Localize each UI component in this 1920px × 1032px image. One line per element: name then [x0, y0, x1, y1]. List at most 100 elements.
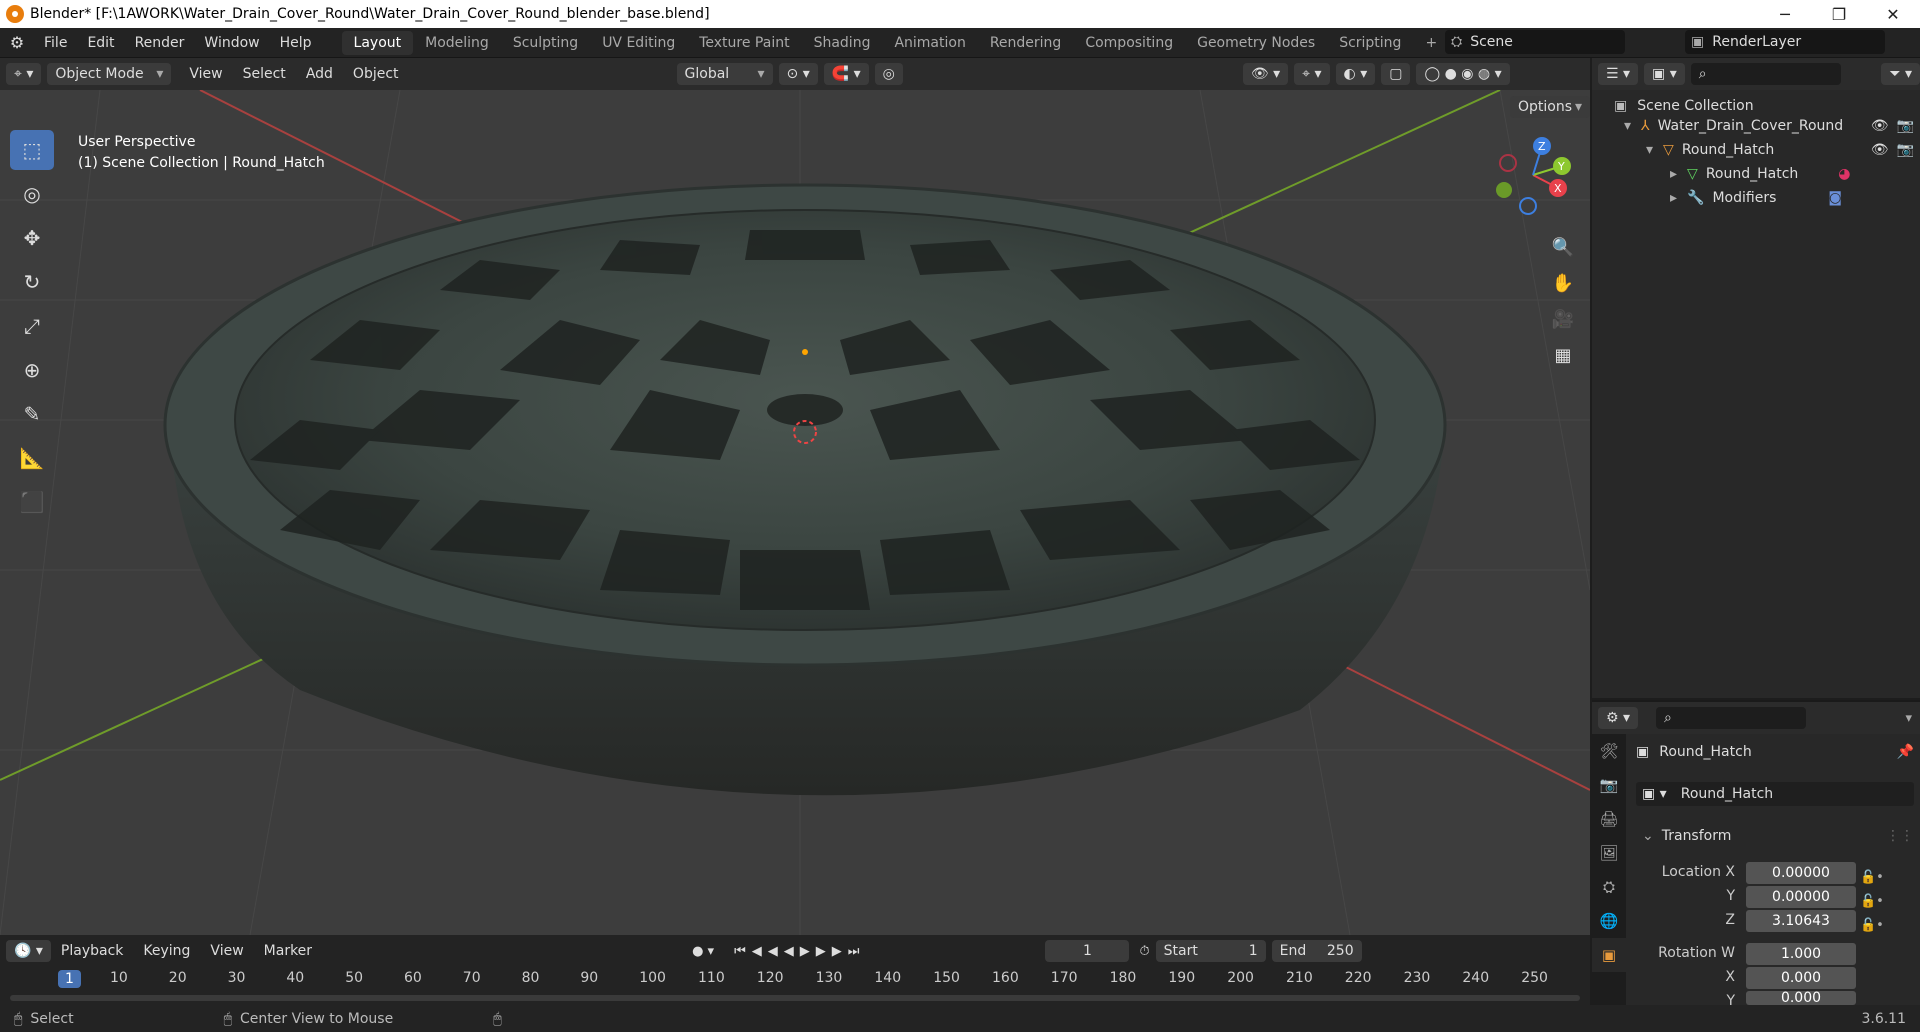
outliner-item-water-drain[interactable]: ▾ ⅄ Water_Drain_Cover_Round 👁 📷 [1624, 114, 1914, 138]
tab-scripting[interactable]: Scripting [1327, 31, 1413, 55]
cursor-tool-icon[interactable]: ◎ [10, 174, 54, 214]
tab-rendering[interactable]: Rendering [978, 31, 1074, 55]
outliner-item-modifiers[interactable]: ▸ 🔧 Modifiers ◙ [1670, 186, 1842, 210]
viewport-menu-select[interactable]: Select [233, 66, 296, 82]
minimize-button[interactable]: ─ [1758, 0, 1812, 28]
tab-layout[interactable]: Layout [341, 30, 414, 55]
transform-tool-icon[interactable]: ⊕ [10, 350, 54, 390]
camera-icon[interactable]: 📷 [1897, 142, 1914, 158]
viewport-menu-view[interactable]: View [179, 66, 232, 82]
scene-selector[interactable]: ⛭ Scene [1445, 30, 1625, 54]
overlay-toggle-button[interactable]: ◐ ▾ [1335, 63, 1376, 85]
close-button[interactable]: ✕ [1866, 0, 1920, 28]
record-icon[interactable]: ● ▾ [692, 944, 714, 959]
timeline-menu-playback[interactable]: Playback [51, 943, 133, 959]
menu-render[interactable]: Render [125, 35, 195, 51]
eye-icon[interactable]: 👁 [1871, 142, 1889, 158]
pan-hand-icon[interactable]: ✋ [1546, 266, 1580, 300]
add-cube-tool-icon[interactable]: ⬛ [10, 482, 54, 522]
timeline-current-frame-marker[interactable]: 1 [58, 970, 81, 988]
properties-search-input[interactable]: ⌕ [1656, 707, 1807, 729]
chevron-down-icon[interactable]: ▾ [1905, 711, 1912, 726]
menu-window[interactable]: Window [194, 35, 269, 51]
end-frame-field[interactable]: End 250 [1271, 940, 1362, 962]
camera-icon[interactable]: 📷 [1897, 118, 1914, 134]
menu-edit[interactable]: Edit [77, 35, 124, 51]
pivot-point-button[interactable]: ⊙ ▾ [778, 63, 818, 85]
tab-animation[interactable]: Animation [882, 31, 977, 55]
drag-handle-icon[interactable]: ⋮⋮ [1886, 828, 1914, 844]
tab-texture-paint[interactable]: Texture Paint [687, 31, 801, 55]
outliner-editor-type-button[interactable]: ☰ ▾ [1598, 63, 1639, 85]
outliner-search-input[interactable]: ⌕ [1690, 63, 1841, 85]
location-z-field[interactable]: 3.10643 [1746, 910, 1856, 932]
measure-tool-icon[interactable]: 📐 [10, 438, 54, 478]
scale-tool-icon[interactable]: ⤢ [10, 306, 54, 346]
outliner-item-mesh-data[interactable]: ▸ ▽ Round_Hatch ◕ [1670, 162, 1851, 186]
object-datablock-field[interactable]: ▣ ▾ Round_Hatch [1636, 782, 1914, 806]
transform-panel-header[interactable]: ⌄ Transform ⋮⋮ [1642, 828, 1914, 844]
timeline-menu-keying[interactable]: Keying [133, 943, 200, 959]
snap-button[interactable]: 🧲 ▾ [823, 63, 869, 85]
maximize-button[interactable]: ❐ [1812, 0, 1866, 28]
gizmo-toggle-button[interactable]: ⌖ ▾ [1294, 63, 1330, 85]
tab-compositing[interactable]: Compositing [1073, 31, 1185, 55]
annotate-tool-icon[interactable]: ✎ [10, 394, 54, 434]
timeline-menu-view[interactable]: View [200, 943, 253, 959]
shading-mode-buttons[interactable]: ◯ ● ◉ ◍ ▾ [1416, 63, 1510, 85]
location-x-field[interactable]: 0.00000 [1746, 862, 1856, 884]
rotation-y-field[interactable]: 0.000 [1746, 991, 1856, 1005]
blender-menu-icon[interactable]: ⚙ [0, 33, 34, 52]
viewport-menu-object[interactable]: Object [343, 66, 409, 82]
pin-icon[interactable]: 📌 [1897, 744, 1914, 760]
timeline-menu-marker[interactable]: Marker [254, 943, 322, 959]
tab-uv-editing[interactable]: UV Editing [590, 31, 687, 55]
add-workspace-button[interactable]: + [1413, 31, 1449, 55]
proportional-edit-button[interactable]: ◎ [874, 63, 903, 85]
editor-type-button[interactable]: ⌖ ▾ [6, 63, 42, 85]
filter-icon[interactable]: ⏷ ▾ [1881, 63, 1920, 85]
zoom-icon[interactable]: 🔍 [1546, 230, 1580, 264]
timeline-scrollbar[interactable] [10, 995, 1580, 1001]
object-mode-dropdown[interactable]: Object Mode ▾ [47, 63, 172, 85]
tab-shading[interactable]: Shading [802, 31, 883, 55]
tab-geometry-nodes[interactable]: Geometry Nodes [1185, 31, 1327, 55]
output-tab-icon[interactable]: 🖨 [1592, 802, 1626, 836]
select-box-tool-icon[interactable]: ⬚ [10, 130, 54, 170]
move-tool-icon[interactable]: ✥ [10, 218, 54, 258]
viewport-menu-add[interactable]: Add [296, 66, 343, 82]
start-frame-field[interactable]: Start 1 [1155, 940, 1266, 962]
lock-icons[interactable]: 🔓• 🔓• 🔓• [1860, 866, 1884, 938]
tab-sculpting[interactable]: Sculpting [501, 31, 590, 55]
visibility-button[interactable]: 👁 ▾ [1242, 63, 1289, 85]
menu-file[interactable]: File [34, 35, 77, 51]
tab-modeling[interactable]: Modeling [413, 31, 501, 55]
location-y-field[interactable]: 0.00000 [1746, 886, 1856, 908]
rotation-w-field[interactable]: 1.000 [1746, 943, 1856, 965]
current-frame-field[interactable]: 1 [1045, 940, 1130, 962]
menu-help[interactable]: Help [270, 35, 322, 51]
rotation-x-field[interactable]: 0.000 [1746, 967, 1856, 989]
render-layer-selector[interactable]: ▣ RenderLayer [1685, 30, 1885, 54]
display-mode-button[interactable]: ▣ ▾ [1644, 63, 1685, 85]
rotate-tool-icon[interactable]: ↻ [10, 262, 54, 302]
end-value: 250 [1326, 943, 1354, 959]
timeline-frame-ruler[interactable]: 1 10 20 30 40 50 60 70 80 90 100 110 120 130 140 150 160… [0, 970, 1590, 992]
stopwatch-icon[interactable]: ⏱ [1139, 944, 1149, 959]
3d-viewport[interactable]: ⬚ ◎ ✥ ↻ ⤢ ⊕ ✎ 📐 ⬛ Options ▾ X Y Z 🔍 ✋ 🎥 … [0, 90, 1590, 935]
eye-icon[interactable]: 👁 [1871, 118, 1889, 134]
options-dropdown[interactable]: Options ▾ [1510, 96, 1590, 118]
transform-orientation-dropdown[interactable]: Global ▾ [676, 63, 773, 85]
tool-tab-icon[interactable]: 🛠 [1592, 734, 1626, 768]
navigation-gizmo[interactable]: X Y Z [1488, 130, 1578, 220]
timeline-editor-type-button[interactable]: 🕓 ▾ [6, 940, 51, 962]
outliner-item-round-hatch[interactable]: ▾ ▽ Round_Hatch 👁 📷 [1646, 138, 1914, 162]
playback-controls[interactable]: ⏮◀◀◀▶▶▶⏭ [734, 944, 865, 959]
perspective-grid-icon[interactable]: ▦ [1546, 338, 1580, 372]
camera-view-icon[interactable]: 🎥 [1546, 302, 1580, 336]
properties-editor-type-button[interactable]: ⚙ ▾ [1598, 707, 1639, 729]
chevron-down-icon: ▾ [156, 66, 164, 82]
render-tab-icon[interactable]: 📷 [1592, 768, 1626, 802]
xray-toggle-button[interactable]: ▢ [1381, 63, 1411, 85]
chevron-down-icon: ▾ [1646, 142, 1654, 158]
